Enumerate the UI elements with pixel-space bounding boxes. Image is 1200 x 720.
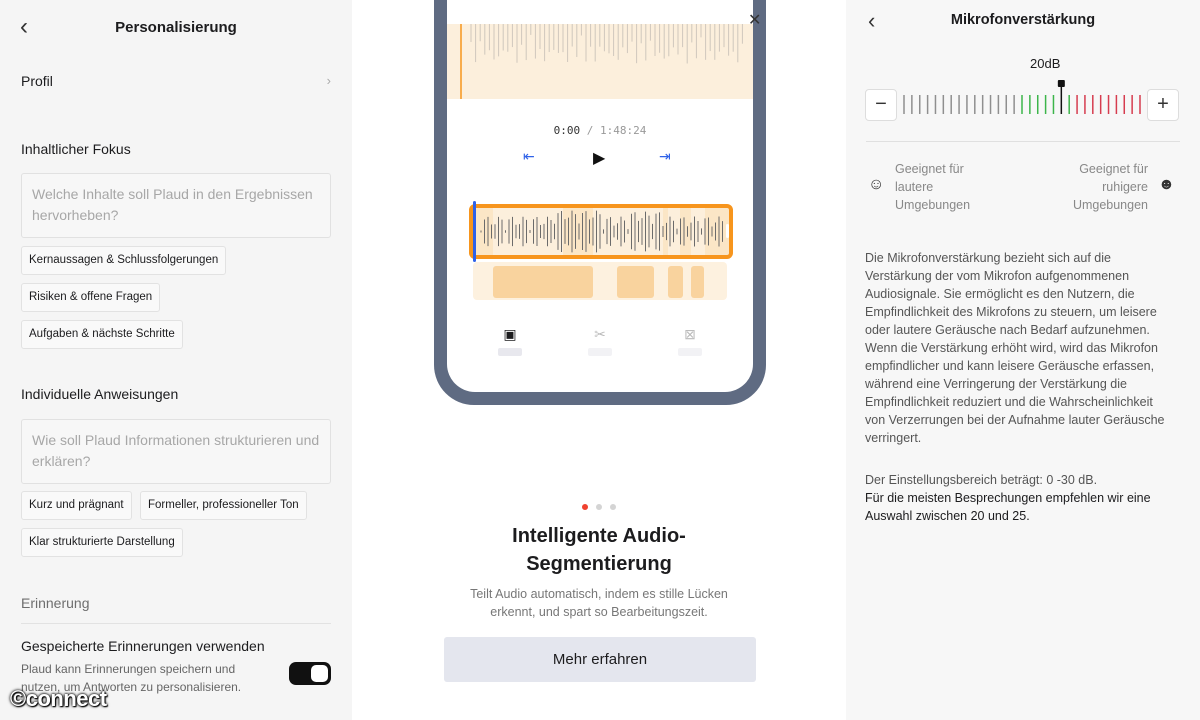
- feature-intro-panel: 0:00 / 1:48:24 ⇤ ▶ ⇥ ▣ ✂ ⊠ ✕ Intelligent…: [352, 0, 846, 720]
- instructions-chip[interactable]: Klar strukturierte Darstellung: [21, 528, 183, 557]
- feature-title: Intelligente Audio-Segmentierung: [512, 525, 686, 575]
- focus-heading: Inhaltlicher Fokus: [21, 141, 131, 157]
- segment-highlight: [493, 208, 563, 255]
- cut-tool[interactable]: ✂: [588, 326, 612, 356]
- time-current: 0:00: [553, 124, 581, 137]
- segment-selection[interactable]: [469, 204, 733, 259]
- pagination-dots: [352, 504, 846, 510]
- skip-back-icon[interactable]: ⇤: [523, 148, 535, 165]
- tool-indicator: [678, 348, 702, 356]
- decrease-button[interactable]: −: [865, 89, 897, 121]
- memory-title: Gespeicherte Erinnerungen verwenden: [21, 638, 265, 654]
- waveform-preview: [447, 24, 753, 99]
- instructions-chip[interactable]: Kurz und prägnant: [21, 491, 132, 520]
- env-line: Umgebungen: [1072, 198, 1148, 212]
- tool-indicator: [588, 348, 612, 356]
- env-line: Geeignet für: [1079, 162, 1148, 176]
- segment-block[interactable]: [493, 266, 593, 298]
- mic-gain-panel: ‹ Mikrofonverstärkung 20dB − + ☺ Geeigne…: [846, 0, 1200, 720]
- focus-chip[interactable]: Kernaussagen & Schlussfolgerungen: [21, 246, 227, 275]
- playback-time: 0:00 / 1:48:24: [447, 124, 753, 137]
- segment-waveform: [473, 208, 729, 255]
- page-dot[interactable]: [610, 504, 616, 510]
- segment-blocks: [473, 262, 727, 300]
- loud-environment-icon: ☺: [868, 176, 885, 193]
- gain-value-label: 20dB: [1030, 56, 1061, 71]
- page-title: Personalisierung: [115, 19, 237, 36]
- gain-description: Die Mikrofonverstärkung bezieht sich auf…: [865, 251, 1165, 445]
- toggle-knob: [311, 665, 328, 682]
- watermark-logo: ©connect: [10, 686, 107, 711]
- feature-description: Teilt Audio automatisch, indem es stille…: [470, 587, 728, 619]
- env-line: Geeignet für: [895, 162, 964, 176]
- loud-environment-label: Geeignet für lautere Umgebungen: [895, 160, 970, 214]
- gain-thumb: [1057, 80, 1065, 87]
- env-line: Umgebungen: [895, 198, 971, 212]
- segment-block[interactable]: [668, 266, 683, 298]
- instructions-input[interactable]: Wie soll Plaud Informationen strukturier…: [21, 419, 331, 484]
- quiet-environment-label: Geeignet für ruhigere Umgebungen: [1056, 160, 1148, 214]
- playback-controls: ⇤ ▶ ⇥: [447, 148, 753, 168]
- memory-toggle[interactable]: [289, 662, 331, 685]
- delete-silence-icon: ⊠: [684, 326, 696, 342]
- remove-silence-tool[interactable]: ⊠: [678, 326, 702, 356]
- page-dot[interactable]: [596, 504, 602, 510]
- focus-chip[interactable]: Aufgaben & nächste Schritte: [21, 320, 183, 349]
- right-trim-handle: [726, 224, 729, 238]
- segment-block[interactable]: [691, 266, 704, 298]
- time-total: 1:48:24: [600, 124, 647, 137]
- time-separator: /: [586, 124, 594, 137]
- waveform-graphic: [460, 24, 743, 99]
- segment-block[interactable]: [617, 266, 654, 298]
- env-line: ruhigere: [1102, 180, 1148, 194]
- scissors-icon: ✂: [594, 326, 606, 342]
- profile-label: Profil: [21, 73, 53, 89]
- personalization-panel: ‹ Personalisierung Profil › Inhaltlicher…: [0, 0, 352, 720]
- close-icon[interactable]: ✕: [748, 10, 761, 30]
- play-icon[interactable]: ▶: [593, 148, 605, 168]
- phone-screen: 0:00 / 1:48:24 ⇤ ▶ ⇥ ▣ ✂ ⊠: [447, 0, 753, 392]
- range-text: Der Einstellungsbereich beträgt: 0 -30 d…: [865, 473, 1098, 487]
- focus-chip[interactable]: Risiken & offene Fragen: [21, 283, 161, 312]
- divider: [21, 623, 331, 624]
- skip-forward-icon[interactable]: ⇥: [659, 148, 671, 165]
- page-title: Mikrofonverstärkung: [950, 12, 1096, 28]
- instructions-chip[interactable]: Formeller, professioneller Ton: [140, 491, 307, 520]
- memory-heading: Erinnerung: [21, 595, 90, 611]
- tool-indicator: [498, 348, 522, 356]
- divider: [866, 141, 1180, 142]
- quiet-environment-icon: ☻: [1158, 176, 1175, 193]
- recommendation-text: Für die meisten Besprechungen empfehlen …: [865, 491, 1151, 523]
- focus-input[interactable]: Welche Inhalte soll Plaud in den Ergebni…: [21, 173, 331, 238]
- chevron-right-icon: ›: [326, 73, 331, 88]
- profile-row[interactable]: Profil ›: [21, 73, 331, 93]
- increase-button[interactable]: +: [1147, 89, 1179, 121]
- instructions-heading: Individuelle Anweisungen: [21, 386, 179, 402]
- phone-mockup: 0:00 / 1:48:24 ⇤ ▶ ⇥ ▣ ✂ ⊠: [434, 0, 766, 405]
- playhead-handle[interactable]: [473, 201, 476, 262]
- page-dot[interactable]: [582, 504, 588, 510]
- ai-segment-tool[interactable]: ▣: [498, 326, 522, 356]
- gain-slider[interactable]: [902, 80, 1142, 120]
- learn-more-button[interactable]: Mehr erfahren: [444, 637, 756, 682]
- env-line: lautere: [895, 180, 934, 194]
- ai-segment-icon: ▣: [503, 326, 517, 342]
- gain-ticks: [903, 80, 1141, 114]
